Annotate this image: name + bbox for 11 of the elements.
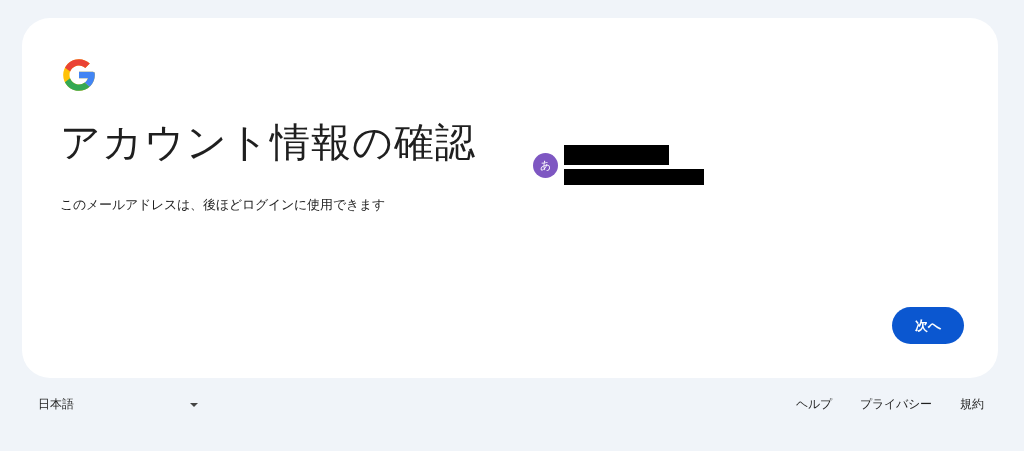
account-avatar: あ (533, 152, 558, 178)
logo-icon (60, 56, 98, 94)
language-selector[interactable]: 日本語 (38, 396, 198, 413)
language-label: 日本語 (38, 396, 74, 413)
footer-link[interactable]: プライバシー (860, 396, 932, 413)
page-title: アカウント情報の確認 (60, 118, 477, 167)
footer-link[interactable]: 規約 (960, 396, 984, 413)
caret-icon (190, 402, 198, 407)
footer-link[interactable]: ヘルプ (796, 396, 832, 413)
next-button[interactable]: 次へ (892, 307, 964, 344)
description-text: このメールアドレスは、後ほどログインに使用できます (60, 196, 386, 214)
